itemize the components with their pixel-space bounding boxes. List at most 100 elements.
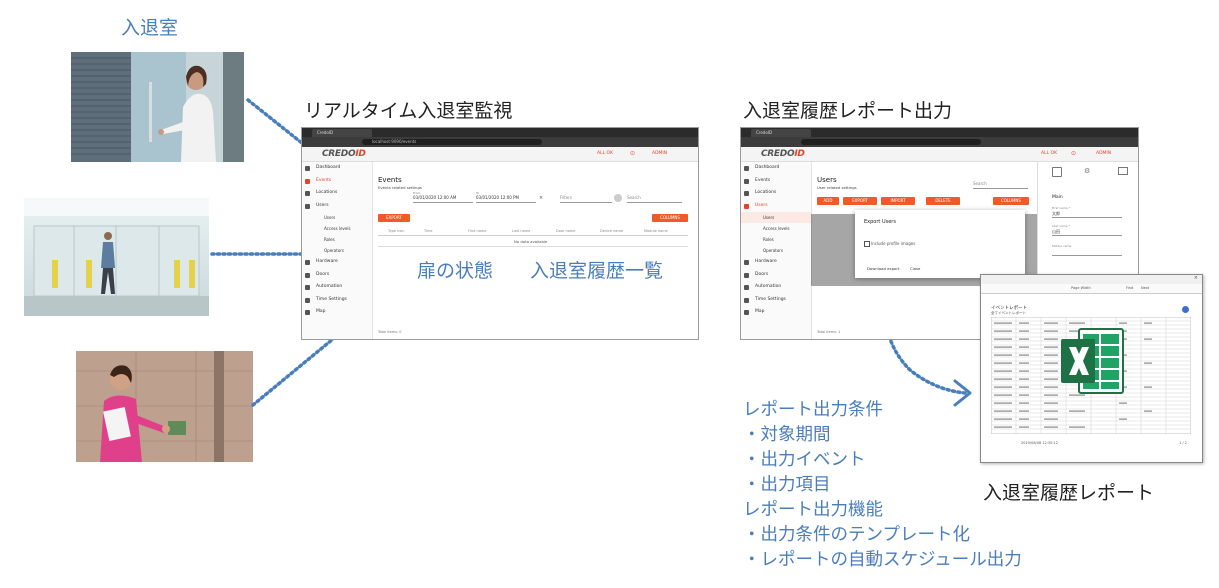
col-last-name[interactable]: Last name: [512, 227, 530, 235]
browser-tab-bar: CredoID: [302, 128, 698, 137]
col-time[interactable]: Time: [424, 227, 433, 235]
clear-icon[interactable]: ×: [539, 195, 543, 201]
last-name-label: Last name *: [1052, 224, 1071, 228]
filter-icon[interactable]: [614, 194, 622, 202]
nav-sub-access-levels[interactable]: Access levels: [741, 223, 811, 234]
nav-sub-users[interactable]: Users: [741, 212, 811, 223]
nav-sub-roles[interactable]: Roles: [302, 234, 372, 245]
nav-time-settings[interactable]: Time Settings: [741, 294, 811, 307]
dashboard-icon: [305, 166, 310, 171]
nav-map[interactable]: Map: [302, 306, 372, 319]
nav-dashboard[interactable]: Dashboard: [741, 162, 811, 175]
nav-hardware[interactable]: Hardware: [302, 256, 372, 269]
find-next-button[interactable]: Next: [1141, 286, 1149, 290]
filters-field[interactable]: Filters: [560, 195, 612, 203]
nav-events[interactable]: Events: [741, 175, 811, 188]
nav-sub-operators[interactable]: Operators: [741, 245, 811, 256]
nav-time-settings[interactable]: Time Settings: [302, 294, 372, 307]
realtime-monitoring-heading: リアルタイム入退室監視: [304, 100, 513, 122]
nav-dashboard[interactable]: Dashboard: [302, 162, 372, 175]
close-button[interactable]: Close: [910, 266, 920, 271]
nav-doors[interactable]: Doors: [302, 269, 372, 282]
nav-doors[interactable]: Doors: [741, 269, 811, 282]
middle-name-field[interactable]: [1052, 249, 1122, 256]
export-users-dialog: Export Users Include profile images Down…: [855, 210, 1025, 278]
nav-sub-users[interactable]: Users: [302, 212, 372, 223]
page-title: Events: [378, 176, 402, 184]
col-first-name[interactable]: First name: [468, 227, 486, 235]
columns-button[interactable]: COLUMNS: [652, 214, 688, 222]
include-profile-checkbox[interactable]: [864, 241, 870, 247]
browser-url-bar: localhost:9090/events: [302, 137, 698, 147]
nav-automation[interactable]: Automation: [741, 281, 811, 294]
alert-icon[interactable]: ⊙: [1071, 150, 1076, 157]
nav-users[interactable]: Users: [741, 200, 811, 213]
search-field[interactable]: Search: [627, 195, 682, 203]
add-button[interactable]: ADD: [817, 197, 839, 205]
to-date-field[interactable]: 03/01/2020 12:00 PM: [476, 195, 536, 203]
import-button[interactable]: IMPORT: [881, 197, 915, 205]
report-footer-page: 1 / 2: [1179, 441, 1187, 445]
export-button[interactable]: EXPORT: [378, 214, 410, 222]
col-device-name[interactable]: Device name: [600, 227, 623, 235]
col-module-name[interactable]: Module name: [644, 227, 668, 235]
nav-automation[interactable]: Automation: [302, 281, 372, 294]
find-field[interactable]: Find: [1126, 286, 1133, 290]
columns-button[interactable]: COLUMNS: [993, 197, 1029, 205]
page-width-select[interactable]: Page Width: [1071, 286, 1091, 290]
search-field[interactable]: Search: [973, 181, 1028, 189]
browser-url-bar: [741, 137, 1138, 147]
col-door-name[interactable]: Door name: [556, 227, 575, 235]
function-schedule: ・レポートの自動スケジュール出力: [743, 550, 1022, 570]
close-window-icon[interactable]: ×: [1194, 275, 1198, 281]
first-name-field[interactable]: 太郎: [1052, 211, 1122, 218]
nav-sub-access-levels[interactable]: Access levels: [302, 223, 372, 234]
nav-locations[interactable]: Locations: [741, 187, 811, 200]
settings-tab-icon[interactable]: ⚙: [1084, 167, 1090, 175]
events-table-header: Type icon Time First name Last name Door…: [378, 227, 688, 236]
status-all-ok[interactable]: ALL OK: [1041, 151, 1057, 156]
nav-hardware[interactable]: Hardware: [741, 256, 811, 269]
url-field[interactable]: localhost:9090/events: [362, 139, 542, 145]
conditions-heading: レポート出力条件: [743, 400, 883, 420]
card-tab-icon[interactable]: [1118, 167, 1128, 175]
nav-map[interactable]: Map: [741, 306, 811, 319]
functions-heading: レポート出力機能: [743, 500, 883, 520]
admin-menu[interactable]: ADMIN: [652, 151, 667, 156]
location-icon: [744, 191, 749, 196]
history-list-callout: 入退室履歴一覧: [530, 260, 664, 282]
app-header: CREDOID ALL OK ⊙ ADMIN: [741, 147, 1138, 162]
nav-events[interactable]: Events: [302, 175, 372, 188]
report-logo-icon: [1182, 306, 1189, 313]
total-items: Total items: 1: [817, 330, 841, 334]
condition-fields: ・出力項目: [743, 475, 831, 495]
url-field[interactable]: [801, 139, 981, 145]
browser-tab[interactable]: CredoID: [312, 129, 372, 137]
total-items: Total items: 0: [378, 330, 402, 334]
first-name-label: First name *: [1052, 206, 1071, 210]
download-export-button[interactable]: Download export: [867, 266, 899, 271]
alert-icon[interactable]: ⊙: [630, 150, 635, 157]
nav-users[interactable]: Users: [302, 200, 372, 213]
status-all-ok[interactable]: ALL OK: [597, 151, 613, 156]
nav-sub-roles[interactable]: Roles: [741, 234, 811, 245]
report-footer-date: 2019/08/08 12:35:12: [1021, 441, 1059, 445]
report-conditions-list: レポート出力条件 ・対象期間 ・出力イベント ・出力項目 レポート出力機能 ・出…: [743, 398, 1022, 573]
col-type[interactable]: Type icon: [388, 227, 404, 235]
admin-menu[interactable]: ADMIN: [1096, 151, 1111, 156]
profile-tab-icon[interactable]: [1052, 167, 1062, 177]
browser-tab[interactable]: CredoID: [751, 129, 811, 137]
last-name-field[interactable]: 山田: [1052, 229, 1122, 236]
nav-locations[interactable]: Locations: [302, 187, 372, 200]
delete-button[interactable]: DELETE: [926, 197, 960, 205]
map-icon: [744, 310, 749, 315]
function-template: ・出力条件のテンプレート化: [743, 525, 970, 545]
page-title: Users: [817, 176, 837, 184]
automation-icon: [744, 285, 749, 290]
clock-icon: [744, 297, 749, 303]
from-date-field[interactable]: 03/01/2020 12:00 AM: [413, 195, 473, 203]
hardware-icon: [305, 260, 310, 265]
export-button[interactable]: EXPORT: [843, 197, 877, 205]
hardware-icon: [744, 260, 749, 265]
nav-sub-operators[interactable]: Operators: [302, 245, 372, 256]
